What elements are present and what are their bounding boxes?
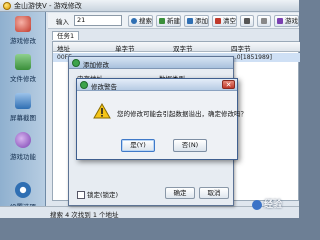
column-header-byte[interactable]: 单字节	[115, 43, 135, 53]
clear-button-label: 清空	[223, 17, 236, 25]
new-button[interactable]: 新建	[156, 15, 181, 27]
column-header-dword[interactable]: 四字节	[231, 43, 251, 53]
add-button[interactable]: 添加	[184, 15, 209, 27]
watermark: 经验	[252, 197, 296, 215]
tab-bar: 任务1	[48, 30, 299, 40]
modify-warning-dialog: 修改警告 ✕ 您的修改可能会引起数据溢出，确定修改吗？ 是(Y) 否(N)	[76, 78, 247, 160]
sidebar-item-label: 文件修改	[10, 75, 36, 83]
sidebar: 游戏修改 文件修改 屏幕截图 游戏功能 设置选项	[0, 12, 46, 218]
cell-dword: ...0[1851989]	[231, 54, 272, 61]
yes-button[interactable]: 是(Y)	[121, 139, 155, 152]
toolbar: 输入 21 搜索 新建 添加 清空 游戏	[48, 13, 299, 29]
warning-message: 您的修改可能会引起数据溢出，确定修改吗？	[117, 110, 247, 118]
window-title: 金山游侠V - 游戏修改	[14, 2, 82, 10]
joystick-icon	[15, 16, 31, 32]
warning-icon	[93, 103, 111, 119]
new-button-label: 新建	[167, 17, 180, 25]
search-button[interactable]: 搜索	[128, 15, 153, 27]
game-button-label: 游戏	[285, 17, 298, 25]
app-icon	[72, 59, 80, 67]
warning-title-bar[interactable]: 修改警告 ✕	[77, 79, 237, 91]
status-text: 搜索 4 次找到 1 个地址	[50, 211, 119, 219]
lock-checkbox[interactable]	[77, 191, 85, 199]
app-icon	[80, 81, 88, 89]
sidebar-item-game-features[interactable]: 游戏功能	[3, 130, 43, 162]
dialog-title-bar[interactable]: 添加修改	[69, 57, 233, 69]
ok-button[interactable]: 确定	[165, 187, 195, 199]
folder-icon	[15, 54, 31, 70]
ball-icon	[15, 132, 31, 148]
save-icon	[244, 18, 250, 24]
new-icon	[159, 18, 165, 24]
warning-title: 修改警告	[91, 83, 117, 91]
cancel-button[interactable]: 取消	[199, 187, 229, 199]
no-button[interactable]: 否(N)	[173, 139, 207, 152]
tab-task-1[interactable]: 任务1	[52, 31, 80, 40]
dialog-title: 添加修改	[83, 61, 109, 69]
game-icon	[277, 18, 283, 24]
search-icon	[131, 18, 137, 24]
game-button[interactable]: 游戏	[274, 15, 299, 27]
table-header: 地址 单字节 双字节 四字节	[53, 42, 300, 53]
watermark-text: 经验	[264, 200, 283, 210]
sidebar-item-label: 游戏功能	[10, 153, 36, 161]
save-button[interactable]	[240, 15, 254, 27]
paw-logo-icon	[252, 199, 262, 210]
tool-icon	[261, 18, 267, 24]
camera-icon	[15, 93, 31, 109]
search-button-label: 搜索	[139, 17, 152, 25]
lock-checkbox-label: 锁定(锁定)	[87, 191, 119, 199]
gear-icon	[15, 182, 31, 198]
add-icon	[187, 18, 193, 24]
title-bar[interactable]: 金山游侠V - 游戏修改	[0, 0, 299, 12]
add-button-label: 添加	[195, 17, 208, 25]
tool-button[interactable]	[257, 15, 271, 27]
sidebar-item-label: 屏幕截图	[10, 114, 36, 122]
lock-checkbox-row[interactable]: 锁定(锁定)	[77, 189, 118, 199]
sidebar-item-label: 游戏修改	[10, 37, 36, 45]
sidebar-item-file-modify[interactable]: 文件修改	[3, 52, 43, 84]
sidebar-item-game-modify[interactable]: 游戏修改	[3, 14, 43, 46]
app-coin-icon	[3, 2, 11, 10]
input-label: 输入	[56, 18, 69, 26]
search-value-input[interactable]: 21	[74, 15, 122, 26]
column-header-word[interactable]: 双字节	[173, 43, 193, 53]
sidebar-item-screenshot[interactable]: 屏幕截图	[3, 91, 43, 123]
clear-button[interactable]: 清空	[212, 15, 237, 27]
column-header-address[interactable]: 地址	[57, 43, 70, 53]
close-icon[interactable]: ✕	[222, 80, 235, 89]
clear-icon	[215, 18, 221, 24]
